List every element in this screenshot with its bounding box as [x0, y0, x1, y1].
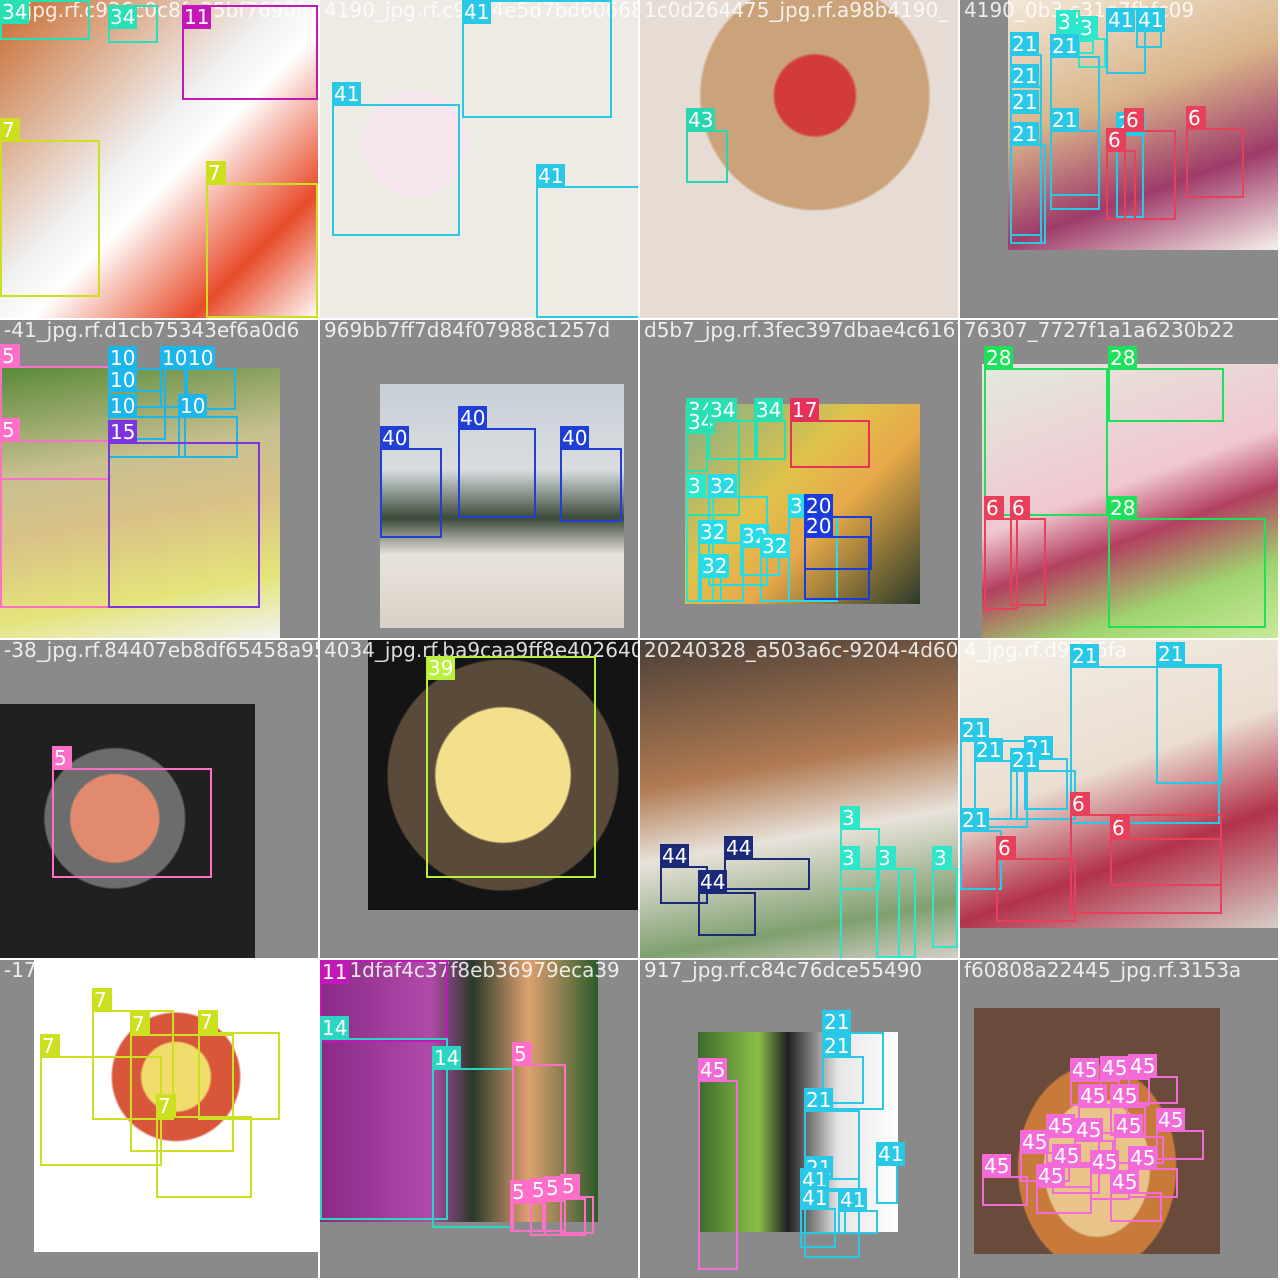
mosaic-tile: 4190_0b3.c31e7fbfc09 3 3 3 41 41 21 21 21 21 21 21 2…: [960, 0, 1278, 318]
tile-photo: [0, 704, 255, 958]
tile-filename: 917_jpg.rf.c84c76dce55490: [644, 960, 923, 982]
tile-filename: -38_jpg.rf.84407eb8df65458a95: [4, 640, 318, 662]
mosaic-tile: 1c0d264475_jpg.rf.a98b4190_ 43: [640, 0, 958, 318]
tile-photo: [960, 640, 1278, 928]
class-label: 5: [0, 344, 20, 368]
mosaic-tile: 76307_7727f1a1a6230b22 28 28 28 6 6: [960, 320, 1278, 638]
mosaic-tile: 917_jpg.rf.c84c76dce55490 45 21 21 21 21 41 41 4…: [640, 960, 958, 1278]
mosaic-tile: -41_jpg.rf.d1cb75343ef6a0d6 5 5 10 10 10 10 10 1…: [0, 320, 318, 638]
tile-photo: [1008, 0, 1278, 250]
tile-photo: [0, 0, 318, 318]
tile-photo: [320, 960, 598, 1222]
mosaic-tile: 4034_jpg.rf.ba9caa9ff8e4026403 39: [320, 640, 638, 958]
tile-photo: [640, 640, 958, 958]
tile-photo: [982, 364, 1278, 638]
tile-filename: 969bb7ff7d84f07988c1257d: [324, 320, 611, 342]
mosaic-tile: 20240328_a503a6c-9204-4d60-93 44 44 44 3 3 3 3: [640, 640, 958, 958]
class-label: 21: [822, 1010, 852, 1034]
tile-photo: [698, 1032, 898, 1232]
tile-photo: [685, 404, 920, 604]
tile-filename: f60808a22445_jpg.rf.3153a: [964, 960, 1242, 982]
class-label: 10: [108, 346, 138, 370]
mosaic-tile: f60808a22445_jpg.rf.3153a 45 45 45 45 45 45 45 4…: [960, 960, 1278, 1278]
tile-photo: [640, 0, 958, 318]
mosaic-tile: 4190_jpg.rf.c9894e5d7bd6066801 41 41 41: [320, 0, 638, 318]
detection-mosaic: 5_jpg.rf.c936c0c8fe35bf7690fad8834341177…: [0, 0, 1280, 1280]
tile-photo: [320, 0, 638, 318]
class-label: 10: [186, 346, 216, 370]
tile-photo: [974, 1008, 1220, 1254]
mosaic-tile: 5_jpg.rf.c936c0c8fe35bf7690fad8834341177: [0, 0, 318, 318]
mosaic-tile: 4_jpg.rf.d9756fa 21 21 21 21 21 21 21 6 6 6: [960, 640, 1278, 958]
mosaic-tile: 969bb7ff7d84f07988c1257d 40 40 40: [320, 320, 638, 638]
mosaic-tile: d5b7_jpg.rf.3fec397dbae4c6167 34 34 34 34 17 3…: [640, 320, 958, 638]
tile-filename: 76307_7727f1a1a6230b22: [964, 320, 1235, 342]
mosaic-tile: -38_jpg.rf.84407eb8df65458a95 5: [0, 640, 318, 958]
mosaic-tile: -17_jpg.rf.c6a606644b8d6dc 7 7 7 7 7: [0, 960, 318, 1278]
tile-filename: d5b7_jpg.rf.3fec397dbae4c6167: [644, 320, 958, 342]
tile-filename: -41_jpg.rf.d1cb75343ef6a0d6: [4, 320, 300, 342]
tile-photo: [380, 384, 624, 628]
class-label: 10: [160, 346, 190, 370]
tile-photo: [0, 368, 280, 638]
mosaic-tile: 681dfaf4c37f8eb36979eca39 11 14 14 5 5 5 5 5: [320, 960, 638, 1278]
tile-photo: [368, 640, 638, 910]
tile-photo: [34, 960, 318, 1252]
